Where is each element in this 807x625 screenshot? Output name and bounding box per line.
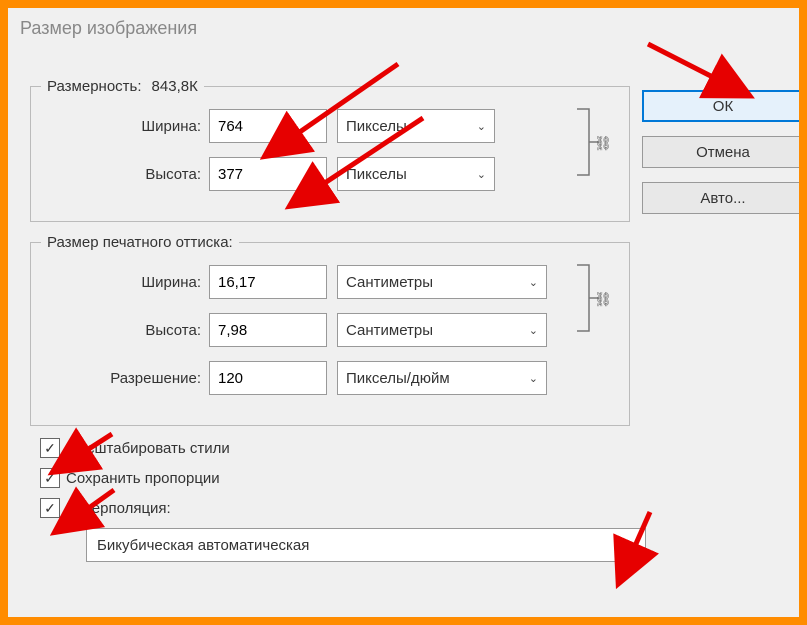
pixel-height-row: Высота: Пикселы ⌄ [31, 157, 617, 191]
link-icon[interactable]: ⛓ [593, 133, 613, 153]
scale-styles-label: Масштабировать стили [66, 440, 230, 457]
resolution-row: Разрешение: Пикселы/дюйм ⌄ [31, 361, 617, 395]
resolution-unit-value: Пикселы/дюйм [346, 370, 450, 387]
pixel-width-unit-value: Пикселы [346, 118, 407, 135]
dialog-window: Размер изображения Размерность: 843,8К Ш… [8, 8, 799, 617]
print-dimensions-group: Размер печатного оттиска: Ширина: Сантим… [30, 234, 630, 426]
print-width-row: Ширина: Сантиметры ⌄ [31, 265, 617, 299]
pixel-width-unit-select[interactable]: Пикселы ⌄ [337, 109, 495, 143]
pixel-dimensions-legend: Размерность: 843,8К [41, 78, 204, 95]
scale-styles-checkbox[interactable]: ✓ [40, 438, 60, 458]
print-height-label: Высота: [31, 322, 209, 339]
scale-styles-row: ✓ Масштабировать стили [40, 438, 630, 458]
resolution-input[interactable] [209, 361, 327, 395]
chevron-down-icon: ⌄ [626, 539, 635, 552]
cancel-button[interactable]: Отмена [642, 136, 799, 168]
pixel-dimensions-label: Размерность: [47, 78, 142, 95]
chevron-down-icon: ⌄ [529, 372, 538, 385]
print-height-input[interactable] [209, 313, 327, 347]
interpolation-checkbox[interactable]: ✓ [40, 498, 60, 518]
print-height-unit-value: Сантиметры [346, 322, 433, 339]
chevron-down-icon: ⌄ [477, 168, 486, 181]
constrain-row: ✓ Сохранить пропорции [40, 468, 630, 488]
print-width-unit-select[interactable]: Сантиметры ⌄ [337, 265, 547, 299]
dialog-buttons: ОК Отмена Авто... [642, 90, 799, 214]
resolution-unit-select[interactable]: Пикселы/дюйм ⌄ [337, 361, 547, 395]
pixel-height-label: Высота: [31, 166, 209, 183]
pixel-height-unit-value: Пикселы [346, 166, 407, 183]
interpolation-method-select[interactable]: Бикубическая автоматическая ⌄ [86, 528, 646, 562]
print-height-unit-select[interactable]: Сантиметры ⌄ [337, 313, 547, 347]
interpolation-label: Интерполяция: [66, 500, 171, 517]
pixel-width-input[interactable] [209, 109, 327, 143]
constrain-label: Сохранить пропорции [66, 470, 220, 487]
print-width-label: Ширина: [31, 274, 209, 291]
pixel-dimensions-group: Размерность: 843,8К Ширина: Пикселы ⌄ Вы… [30, 78, 630, 222]
print-dimensions-legend: Размер печатного оттиска: [41, 234, 239, 251]
pixel-dimensions-size: 843,8К [152, 78, 198, 95]
ok-button[interactable]: ОК [642, 90, 799, 122]
interpolation-row: ✓ Интерполяция: [40, 498, 630, 518]
resolution-label: Разрешение: [31, 370, 209, 387]
dialog-content: Размерность: 843,8К Ширина: Пикселы ⌄ Вы… [30, 78, 630, 562]
chevron-down-icon: ⌄ [529, 276, 538, 289]
constrain-checkbox[interactable]: ✓ [40, 468, 60, 488]
print-height-row: Высота: Сантиметры ⌄ [31, 313, 617, 347]
annotation-frame: Размер изображения Размерность: 843,8К Ш… [0, 0, 807, 625]
options-group: ✓ Масштабировать стили ✓ Сохранить пропо… [40, 438, 630, 518]
chevron-down-icon: ⌄ [477, 120, 486, 133]
pixel-width-label: Ширина: [31, 118, 209, 135]
auto-button[interactable]: Авто... [642, 182, 799, 214]
link-icon[interactable]: ⛓ [593, 289, 613, 309]
pixel-height-unit-select[interactable]: Пикселы ⌄ [337, 157, 495, 191]
print-width-input[interactable] [209, 265, 327, 299]
print-width-unit-value: Сантиметры [346, 274, 433, 291]
dialog-title: Размер изображения [8, 8, 799, 47]
interpolation-method-value: Бикубическая автоматическая [97, 537, 309, 554]
chevron-down-icon: ⌄ [529, 324, 538, 337]
pixel-width-row: Ширина: Пикселы ⌄ [31, 109, 617, 143]
pixel-height-input[interactable] [209, 157, 327, 191]
